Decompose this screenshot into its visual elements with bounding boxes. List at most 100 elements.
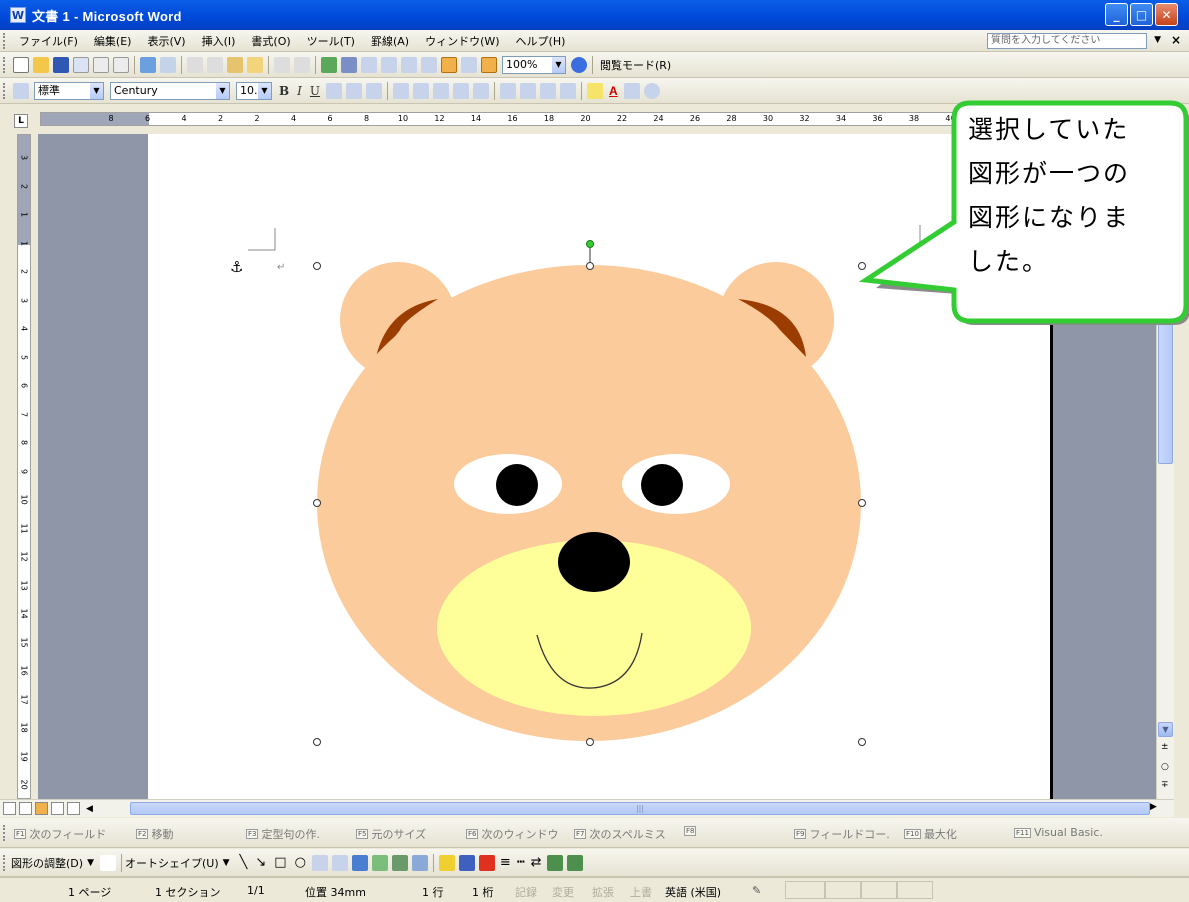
font-size-select[interactable]: 10.5 ▼ [236, 81, 272, 100]
chevron-down-icon[interactable]: ▼ [87, 858, 94, 868]
open-folder-icon[interactable] [33, 56, 49, 73]
browse-object-icon[interactable]: ○ [1161, 762, 1169, 772]
maximize-button[interactable]: □ [1130, 3, 1153, 26]
undo-icon[interactable] [274, 56, 290, 73]
spelling-icon[interactable] [140, 56, 156, 73]
select-objects-icon[interactable] [99, 854, 116, 871]
chevron-down-icon[interactable]: ▼ [552, 56, 565, 73]
insert-picture-icon[interactable] [411, 854, 428, 871]
permission-icon[interactable] [73, 56, 89, 73]
minimize-button[interactable]: _ [1105, 3, 1128, 26]
format-painter-icon[interactable] [247, 56, 263, 73]
menu-edit[interactable]: 編集(E) [86, 33, 140, 49]
bullets-icon[interactable] [520, 82, 537, 99]
clip-art-icon[interactable] [391, 854, 408, 871]
fkey-f9[interactable]: F9 フィールドコー. [794, 826, 890, 842]
oval-icon[interactable]: ○ [295, 855, 306, 870]
line-icon[interactable]: ╲ [240, 855, 248, 870]
next-page-icon[interactable]: ∓ [1161, 780, 1169, 790]
dash-style-icon[interactable]: ┅ [517, 855, 525, 870]
insert-excel-icon[interactable] [381, 56, 397, 73]
numbering-icon[interactable] [500, 82, 517, 99]
drawing-icon[interactable] [421, 56, 437, 73]
line-color-icon[interactable] [458, 854, 475, 871]
menu-window[interactable]: ウィンドウ(W) [417, 33, 507, 49]
fkey-f3[interactable]: F3 定型句の作. [246, 826, 320, 842]
chevron-down-icon[interactable]: ▼ [223, 858, 230, 868]
style-select[interactable]: 標準 ▼ [34, 81, 104, 100]
menu-table[interactable]: 罫線(A) [363, 33, 417, 49]
outline-view-icon[interactable] [51, 802, 64, 815]
fkey-f7[interactable]: F7 次のスペルミス [574, 826, 666, 842]
arrow-style-icon[interactable]: ⇄ [531, 855, 542, 870]
bold-button[interactable]: B [279, 84, 289, 98]
menu-view[interactable]: 表示(V) [139, 33, 193, 49]
toolbar-grip[interactable] [3, 854, 7, 871]
italic-button[interactable]: I [297, 84, 302, 98]
reading-mode-button[interactable]: 閲覧モード(R) [600, 57, 671, 73]
toolbar-grip[interactable] [3, 824, 7, 841]
3d-style-icon[interactable] [566, 854, 583, 871]
align-center-icon[interactable] [413, 82, 430, 99]
line-spacing-icon[interactable] [473, 82, 490, 99]
paste-icon[interactable] [227, 56, 243, 73]
reading-layout-view-icon[interactable] [67, 802, 80, 815]
spelling-status-icon[interactable]: ✎ [752, 884, 761, 897]
status-extend[interactable]: 拡張 [592, 884, 614, 900]
insert-table-icon[interactable] [361, 56, 377, 73]
copy-icon[interactable] [207, 56, 223, 73]
menu-format[interactable]: 書式(O) [243, 33, 298, 49]
vertical-text-box-icon[interactable] [331, 854, 348, 871]
align-right-icon[interactable] [433, 82, 450, 99]
normal-view-icon[interactable] [3, 802, 16, 815]
chevron-down-icon[interactable]: ▼ [90, 82, 103, 99]
hyperlink-icon[interactable] [321, 56, 337, 73]
underline-button[interactable]: U [310, 84, 320, 98]
char-scale-icon[interactable] [366, 82, 383, 99]
scroll-down-button[interactable]: ▼ [1158, 722, 1173, 737]
char-shading-icon[interactable] [346, 82, 363, 99]
toolbar-grip[interactable] [3, 32, 7, 49]
zoom-select[interactable]: 100% ▼ [502, 55, 566, 74]
decrease-indent-icon[interactable] [540, 82, 557, 99]
web-layout-view-icon[interactable] [19, 802, 32, 815]
drawing-toolbar-icon[interactable] [441, 56, 457, 73]
fkey-f1[interactable]: F1 次のフィールド [14, 826, 106, 842]
align-left-icon[interactable] [393, 82, 410, 99]
cut-icon[interactable] [187, 56, 203, 73]
ask-question-input[interactable]: 質問を入力してください [987, 33, 1147, 49]
font-color-icon[interactable] [478, 854, 495, 871]
close-button[interactable]: ✕ [1155, 3, 1178, 26]
shadow-style-icon[interactable] [546, 854, 563, 871]
tab-selector-button[interactable]: L [14, 114, 28, 128]
menu-help[interactable]: ヘルプ(H) [508, 33, 574, 49]
document-page[interactable] [148, 134, 1050, 799]
fkey-f6[interactable]: F6 次のウィンドウ [466, 826, 558, 842]
highlight-icon[interactable] [587, 82, 604, 99]
adjust-shapes-menu[interactable]: 図形の調整(D) [11, 855, 83, 871]
toolbar-grip[interactable] [3, 82, 7, 99]
fkey-f10[interactable]: F10 最大化 [904, 826, 957, 842]
styles-pane-icon[interactable] [13, 82, 29, 99]
font-select[interactable]: Century ▼ [110, 81, 230, 100]
vertical-ruler[interactable]: 3 2 1 1 2 3 4 5 6 7 8 9 10 11 12 13 14 15 16 17 18 19 20 [17, 134, 31, 799]
line-style-icon[interactable]: ≡ [500, 855, 511, 870]
phonetic-guide-icon[interactable] [623, 82, 640, 99]
fkey-f11[interactable]: F11 Visual Basic. [1014, 826, 1103, 839]
font-color-button[interactable]: A [609, 84, 618, 98]
new-document-icon[interactable] [13, 56, 29, 73]
fkey-f8[interactable]: F8 [684, 826, 699, 836]
chevron-down-icon[interactable]: ▼ [258, 82, 271, 99]
redo-icon[interactable] [294, 56, 310, 73]
menu-tools[interactable]: ツール(T) [299, 33, 363, 49]
document-close-button[interactable]: × [1171, 33, 1181, 47]
print-icon[interactable] [93, 56, 109, 73]
prev-page-icon[interactable]: ± [1161, 742, 1169, 752]
print-layout-view-icon[interactable] [35, 802, 48, 815]
print-preview-icon[interactable] [113, 56, 129, 73]
fkey-f2[interactable]: F2 移動 [136, 826, 173, 842]
menu-insert[interactable]: 挿入(I) [194, 33, 244, 49]
fill-color-icon[interactable] [438, 854, 455, 871]
char-border-icon[interactable] [326, 82, 343, 99]
columns-icon[interactable] [401, 56, 417, 73]
